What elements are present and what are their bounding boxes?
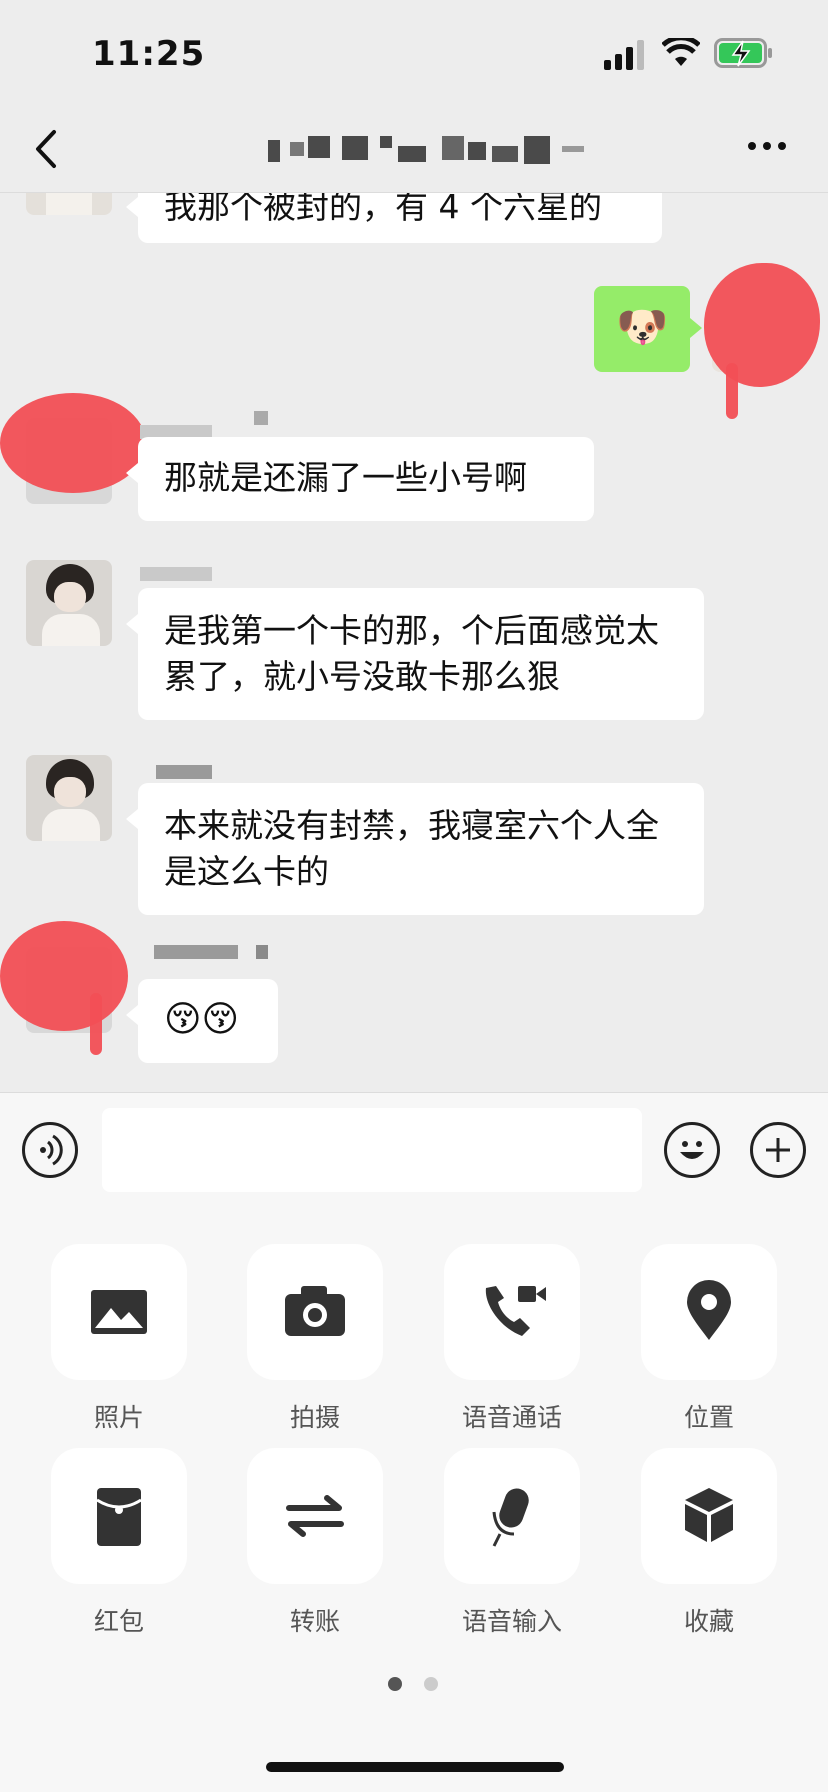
camera-label: 拍摄 (289, 1403, 340, 1432)
voice-call-icon (485, 1286, 546, 1336)
voice-waves-icon (40, 1134, 63, 1166)
back-arrow-icon[interactable] (32, 128, 60, 170)
voice-input-button[interactable] (444, 1448, 580, 1584)
red-scribble (0, 393, 146, 493)
photo-icon (91, 1290, 147, 1334)
status-bar: 11:25 (0, 0, 828, 110)
plus-icon (766, 1138, 790, 1162)
red-scribble (0, 921, 128, 1031)
message-bubble[interactable]: 我那个被封的，有 4 个六星的 (126, 193, 662, 243)
red-packet-icon (96, 1488, 142, 1546)
message-text: 本来就没有封禁，我寝室六个人全是这么卡的 (164, 806, 659, 891)
transfer-label: 转账 (289, 1607, 340, 1636)
avatar[interactable] (26, 560, 112, 646)
emoji-button[interactable] (664, 1122, 720, 1178)
camera-button[interactable] (247, 1244, 383, 1380)
sender-name-pixelated (254, 411, 268, 425)
message-text: 我那个被封的，有 4 个六星的 (164, 193, 602, 226)
message-bubble[interactable]: 本来就没有封禁，我寝室六个人全是这么卡的 (126, 783, 704, 915)
red-scribble (90, 993, 102, 1055)
more-options-icon[interactable] (746, 140, 788, 152)
transfer-button[interactable] (247, 1448, 383, 1584)
chat-header (0, 110, 828, 193)
sender-name-pixelated (156, 765, 212, 779)
voice-input-label: 语音输入 (461, 1607, 562, 1636)
favorites-label: 收藏 (683, 1607, 734, 1636)
home-indicator (266, 1762, 564, 1772)
location-icon (687, 1280, 731, 1340)
red-scribble (726, 363, 738, 419)
favorites-icon (685, 1488, 733, 1542)
red-scribble (704, 263, 820, 387)
voice-mode-button[interactable] (22, 1122, 78, 1178)
message-bubble[interactable]: 😚😚 (126, 979, 278, 1063)
camera-icon (285, 1286, 345, 1336)
message-text: 那就是还漏了一些小号啊 (164, 458, 527, 497)
sender-name-pixelated (256, 945, 268, 959)
page-dot[interactable] (424, 1677, 438, 1691)
red-packet-label: 红包 (93, 1607, 144, 1636)
voice-call-label: 语音通话 (461, 1403, 562, 1432)
location-label: 位置 (683, 1403, 734, 1432)
wifi-icon (662, 38, 700, 66)
sender-name-pixelated (154, 945, 238, 959)
message-text: 是我第一个卡的那，个后面感觉太累了，就小号没敢卡那么狠 (164, 611, 659, 696)
emoji-text: 😚😚 (164, 999, 240, 1040)
status-time: 11:25 (92, 34, 206, 74)
sender-name-pixelated (140, 567, 212, 581)
location-button[interactable] (641, 1244, 777, 1380)
page-dot-active[interactable] (388, 1677, 402, 1691)
photo-label: 照片 (93, 1403, 144, 1432)
message-bubble[interactable]: 那就是还漏了一些小号啊 (126, 437, 594, 521)
chat-title-pixelated (266, 136, 606, 166)
self-message-bubble[interactable]: 🐶 (594, 286, 702, 372)
avatar[interactable] (26, 755, 112, 841)
red-packet-button[interactable] (51, 1448, 187, 1584)
transfer-icon (286, 1495, 344, 1537)
message-bubble[interactable]: 是我第一个卡的那，个后面感觉太累了，就小号没敢卡那么狠 (126, 588, 704, 720)
voice-call-button[interactable] (444, 1244, 580, 1380)
smiley-icon (680, 1141, 704, 1159)
signal-icon (604, 40, 644, 70)
message-input[interactable] (102, 1108, 642, 1192)
photo-button[interactable] (51, 1244, 187, 1380)
favorites-button[interactable] (641, 1448, 777, 1584)
avatar[interactable] (26, 193, 112, 215)
more-functions-button[interactable] (750, 1122, 806, 1178)
microphone-icon (492, 1488, 529, 1547)
chat-area[interactable]: 我那个被封的，有 4 个六星的 🐶 那就是还漏了一些小号啊 是我第一个卡的那，个… (0, 193, 828, 1091)
battery-charging-icon (714, 38, 772, 68)
dog-sticker-icon: 🐶 (616, 302, 669, 351)
